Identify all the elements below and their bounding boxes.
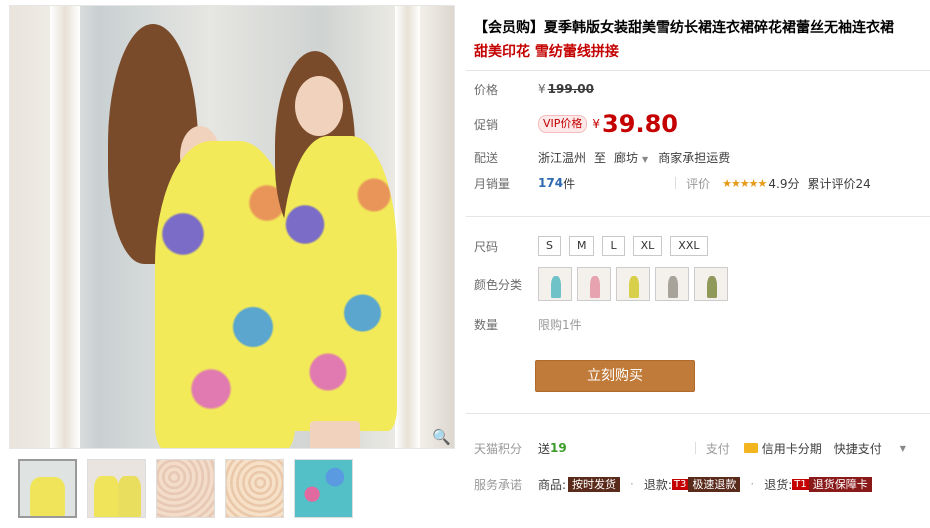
thumbnail-5[interactable] bbox=[294, 459, 353, 518]
mirror-frame-right bbox=[395, 6, 420, 448]
service-return-tag[interactable]: 退货保障卡 bbox=[808, 476, 872, 492]
delivery-destination: 廊坊 bbox=[614, 150, 639, 165]
points-send: 送 bbox=[538, 441, 551, 456]
thumbnail-1[interactable] bbox=[18, 459, 77, 518]
size-options: S M L XL XXL bbox=[538, 236, 708, 256]
color-label: 颜色分类 bbox=[474, 277, 523, 292]
price-row: 价格 ¥ 199.00 bbox=[474, 78, 594, 100]
rating-label: 评价 bbox=[686, 176, 711, 191]
size-option-xl[interactable]: XL bbox=[632, 236, 663, 256]
quantity-label: 数量 bbox=[474, 317, 499, 332]
divider bbox=[466, 70, 930, 71]
model-dress-front bbox=[282, 136, 397, 431]
sales-count: 174 bbox=[538, 176, 564, 190]
product-info-panel: 【会员购】夏季韩版女装甜美雪纺长裙连衣裙碎花裙蕾丝无袖连衣裙 甜美印花 雪纺蕾线… bbox=[466, 0, 930, 528]
divider bbox=[694, 442, 696, 454]
promo-row: 促销 VIP价格 ¥ 39.80 bbox=[474, 109, 678, 139]
rating-stars-icon: ★★★★★ bbox=[722, 176, 767, 190]
return-t1-badge: T1 bbox=[792, 478, 809, 490]
main-product-image[interactable]: 🔍 bbox=[9, 5, 455, 449]
chevron-down-icon[interactable]: ▼ bbox=[900, 444, 906, 453]
swatch-dress bbox=[590, 276, 600, 298]
vip-price-tag: VIP价格 bbox=[538, 115, 588, 133]
thumbnail-strip bbox=[18, 459, 353, 518]
product-subtitle: 甜美印花 雪纺蕾线拼接 bbox=[474, 44, 619, 60]
size-option-m[interactable]: M bbox=[568, 236, 595, 256]
delivery-destination-select[interactable]: 廊坊 ▼ bbox=[614, 149, 648, 166]
rating-score: 4.9分 bbox=[768, 176, 800, 191]
divider bbox=[675, 177, 677, 189]
points-row: 天猫积分 送 19 支付 信用卡分期 快捷支付 ▼ bbox=[474, 437, 924, 459]
total-reviews-link[interactable]: 累计评价24 bbox=[808, 175, 871, 192]
promo-label: 促销 bbox=[474, 117, 499, 132]
quantity-row: 数量 限购1件 bbox=[474, 313, 582, 335]
delivery-label: 配送 bbox=[474, 150, 499, 165]
service-return-label: 退货: bbox=[764, 477, 793, 492]
thumbnail-4[interactable] bbox=[225, 459, 284, 518]
color-swatch-5[interactable] bbox=[694, 267, 728, 301]
credit-card-icon bbox=[743, 443, 758, 453]
swatch-dress bbox=[668, 276, 678, 298]
sales-label: 月销量 bbox=[474, 176, 511, 191]
divider bbox=[466, 216, 930, 217]
sales-unit: 件 bbox=[563, 176, 576, 191]
delivery-row: 配送 浙江温州 至 廊坊 ▼ 商家承担运费 bbox=[474, 146, 730, 168]
separator-dot: · bbox=[750, 477, 755, 491]
swatch-dress bbox=[629, 276, 639, 298]
price-label: 价格 bbox=[474, 82, 499, 97]
size-label: 尺码 bbox=[474, 239, 499, 254]
color-swatch-1[interactable] bbox=[538, 267, 572, 301]
mirror-frame-left bbox=[50, 6, 80, 448]
buy-now-button[interactable]: 立刻购买 bbox=[535, 360, 695, 392]
model-legs bbox=[310, 421, 360, 448]
delivery-to-word: 至 bbox=[594, 150, 607, 165]
thumbnail-3[interactable] bbox=[156, 459, 215, 518]
color-row: 颜色分类 bbox=[474, 266, 728, 302]
chevron-down-icon: ▼ bbox=[642, 154, 649, 164]
model-face bbox=[295, 76, 343, 136]
points-label: 天猫积分 bbox=[474, 441, 523, 456]
size-option-l[interactable]: L bbox=[602, 236, 625, 256]
size-row: 尺码 S M L XL XXL bbox=[474, 235, 708, 257]
sales-row: 月销量 174 件 评价 ★★★★★ 4.9分 累计评价24 bbox=[474, 172, 871, 194]
model-dress-back bbox=[155, 141, 295, 448]
size-option-xxl[interactable]: XXL bbox=[670, 236, 708, 256]
service-refund-label: 退款: bbox=[643, 477, 672, 492]
quantity-limit: 限购1件 bbox=[538, 317, 582, 332]
color-swatch-2[interactable] bbox=[577, 267, 611, 301]
color-swatch-4[interactable] bbox=[655, 267, 689, 301]
color-swatch-3[interactable] bbox=[616, 267, 650, 301]
delivery-from: 浙江温州 bbox=[538, 150, 587, 165]
original-price: 199.00 bbox=[547, 82, 594, 96]
color-swatches bbox=[538, 267, 728, 301]
service-row: 服务承诺 商品: 按时发货 · 退款: T3 极速退款 · 退货: T1 退货保… bbox=[474, 473, 872, 495]
refund-t3-badge: T3 bbox=[671, 478, 689, 490]
divider bbox=[466, 413, 930, 414]
price-currency: ¥ bbox=[538, 82, 546, 96]
pay-label: 支付 bbox=[705, 441, 730, 456]
credit-installment[interactable]: 信用卡分期 bbox=[762, 440, 822, 457]
thumbnail-2[interactable] bbox=[87, 459, 146, 518]
shipping-note: 商家承担运费 bbox=[658, 150, 731, 165]
swatch-dress bbox=[551, 276, 561, 298]
quick-pay[interactable]: 快捷支付 bbox=[834, 440, 882, 457]
zoom-icon[interactable]: 🔍 bbox=[432, 428, 451, 446]
promo-currency: ¥ bbox=[592, 117, 601, 131]
promo-price: 39.80 bbox=[602, 110, 678, 138]
product-title-main: 【会员购】夏季韩版女装甜美雪纺长裙连衣裙碎花裙蕾丝无袖连衣裙 bbox=[474, 20, 894, 36]
points-value: 19 bbox=[550, 441, 567, 455]
swatch-dress bbox=[707, 276, 717, 298]
size-option-s[interactable]: S bbox=[538, 236, 561, 256]
product-title: 【会员购】夏季韩版女装甜美雪纺长裙连衣裙碎花裙蕾丝无袖连衣裙 甜美印花 雪纺蕾线… bbox=[474, 16, 924, 64]
service-goods-label: 商品: bbox=[538, 477, 567, 492]
separator-dot: · bbox=[630, 477, 634, 491]
service-goods-tag[interactable]: 按时发货 bbox=[568, 476, 621, 492]
service-label: 服务承诺 bbox=[474, 477, 523, 492]
service-refund-tag[interactable]: 极速退款 bbox=[688, 476, 741, 492]
